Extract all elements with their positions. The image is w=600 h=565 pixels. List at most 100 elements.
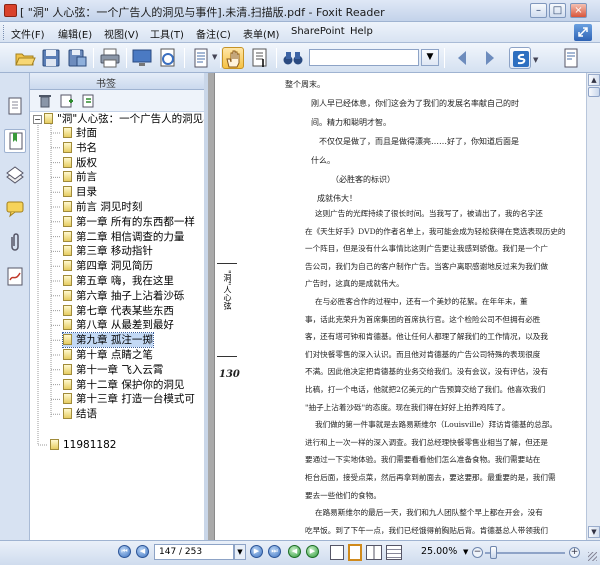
zoom-dropdown-icon[interactable]: ▼ <box>463 548 468 556</box>
bookmark-item[interactable]: 第二章 相信调查的力量 <box>63 230 184 244</box>
bookmark-item[interactable]: 结语 <box>63 407 97 421</box>
monitor-icon[interactable] <box>131 47 153 69</box>
continuous-facing-view-icon[interactable] <box>386 545 402 560</box>
bookmark-item-last[interactable]: 11981182 <box>50 438 116 452</box>
go-forward-icon[interactable]: ▶ <box>306 545 319 558</box>
bookmark-label: 结语 <box>76 408 97 421</box>
sharepoint-dropdown-icon[interactable]: ▼ <box>533 56 538 64</box>
bookmark-label: 第四章 洞见简历 <box>76 260 153 273</box>
scroll-thumb[interactable] <box>588 87 600 97</box>
save-icon[interactable] <box>40 47 62 69</box>
bookmark-tree: − "洞"人心弦：一个广告人的洞见与 封面书名 版权 前言 目录 前言 洞见时刻 第一章 所有… <box>30 112 204 540</box>
document-text-line: 什么。 <box>311 156 335 165</box>
bookmark-item[interactable]: 第十三章 打造一台模式可 <box>63 392 195 406</box>
next-result-icon[interactable] <box>478 47 500 69</box>
hand-tool-icon[interactable] <box>222 47 244 69</box>
menu-forms[interactable]: 表单(M) <box>243 26 279 41</box>
facing-view-icon[interactable] <box>366 545 382 560</box>
zoom-out-icon[interactable]: − <box>472 547 483 558</box>
bookmark-icon <box>63 215 72 227</box>
scroll-down-icon[interactable]: ▼ <box>588 526 600 538</box>
expand-bookmark-icon[interactable] <box>82 93 96 108</box>
bookmark-item[interactable]: 封面 <box>63 126 97 140</box>
minimize-button[interactable]: – <box>530 3 547 18</box>
previous-page-icon[interactable]: ◀ <box>136 545 149 558</box>
bookmark-item[interactable]: 第九章 孤注一掷 <box>62 332 154 349</box>
scroll-up-icon[interactable]: ▲ <box>588 74 600 86</box>
print-icon[interactable] <box>99 47 121 69</box>
menu-grip <box>3 25 6 40</box>
maximize-button[interactable]: □ <box>549 3 566 18</box>
open-folder-icon[interactable] <box>14 47 36 69</box>
bookmark-item[interactable]: 第一章 所有的东西都一样 <box>63 215 195 229</box>
layers-icon[interactable] <box>4 163 26 187</box>
comments-icon[interactable] <box>4 197 26 221</box>
bookmark-label: 第十三章 打造一台模式可 <box>76 393 195 406</box>
zoom-slider-knob[interactable] <box>490 546 497 559</box>
next-page-icon[interactable]: ▶ <box>250 545 263 558</box>
page-number-input[interactable]: 147 / 253 <box>154 544 234 560</box>
zoom-level[interactable]: 25.00% <box>421 546 457 557</box>
menu-view[interactable]: 视图(V) <box>104 26 139 41</box>
bookmark-panel-header: 书签 <box>30 73 204 90</box>
menu-file[interactable]: 文件(F) <box>11 26 45 41</box>
bookmark-item[interactable]: 第三章 移动指针 <box>63 244 153 258</box>
document-text-line: 不仅仅是做了，而且是做得漂亮……好了，你知道后面是 <box>319 137 519 146</box>
bookmark-icon <box>63 230 72 242</box>
bookmark-root[interactable]: − "洞"人心弦：一个广告人的洞见与 <box>33 112 204 126</box>
menu-comments[interactable]: 备注(C) <box>196 26 231 41</box>
vertical-scrollbar[interactable]: ▲ ▼ <box>586 73 600 540</box>
find-binoculars-icon[interactable] <box>282 47 304 69</box>
snapshot-icon[interactable] <box>157 47 179 69</box>
attachment-icon[interactable] <box>4 231 26 255</box>
signature-icon[interactable] <box>4 265 26 289</box>
resize-grip-icon[interactable] <box>588 552 597 561</box>
select-text-icon[interactable] <box>249 47 271 69</box>
delete-bookmark-icon[interactable] <box>38 93 52 108</box>
last-page-icon[interactable]: ⏭ <box>268 545 281 558</box>
go-back-icon[interactable]: ◀ <box>288 545 301 558</box>
search-input[interactable] <box>309 49 419 66</box>
previous-result-icon[interactable] <box>452 47 474 69</box>
page-layout-icon[interactable] <box>190 47 212 69</box>
menu-sharepoint[interactable]: SharePoint <box>291 26 345 37</box>
bookmark-label: 封面 <box>76 127 97 139</box>
bookmark-item[interactable]: 前言 <box>63 170 97 184</box>
bookmark-item[interactable]: 第七章 代表某些东西 <box>63 304 174 318</box>
continuous-view-icon[interactable] <box>348 544 362 561</box>
pages-icon[interactable] <box>4 95 26 119</box>
bookmarks-icon[interactable] <box>4 129 26 153</box>
single-page-view-icon[interactable] <box>330 545 344 560</box>
bookmark-item[interactable]: 第五章 嗨，我在这里 <box>63 274 174 288</box>
zoom-in-icon[interactable]: + <box>569 547 580 558</box>
bookmark-item[interactable]: 第十二章 保护你的洞见 <box>63 378 184 392</box>
save-as-icon[interactable] <box>66 47 88 69</box>
page-number: 130 <box>219 369 240 380</box>
bookmark-item[interactable]: 前言 洞见时刻 <box>63 200 142 214</box>
add-bookmark-icon[interactable] <box>60 93 74 108</box>
menu-tools[interactable]: 工具(T) <box>150 26 184 41</box>
bookmark-item[interactable]: 版权 <box>63 156 97 170</box>
document-text-line: "抽子上沾着沙砾"的态度。现在我们得在好好上拍养鸡阵了。 <box>305 402 510 412</box>
bookmark-toolbar <box>30 90 204 112</box>
search-dropdown-icon[interactable]: ▼ <box>421 49 439 66</box>
menu-help[interactable]: Help <box>350 26 373 37</box>
document-text-line: 客，还有塔可钟和肯德基。他让任何人都理了解我们的工作情况，以及我 <box>305 332 548 342</box>
bookmark-item[interactable]: 第十章 点睛之笔 <box>63 348 153 362</box>
first-page-icon[interactable]: ⏮ <box>118 545 131 558</box>
page-dropdown-icon[interactable]: ▼ <box>234 544 246 560</box>
bookmark-item[interactable]: 目录 <box>63 185 97 199</box>
bookmark-item[interactable]: 第六章 抽子上沾着沙砾 <box>63 289 184 303</box>
menu-edit[interactable]: 编辑(E) <box>58 26 92 41</box>
bookmark-item[interactable]: 第八章 从最差到最好 <box>63 318 174 332</box>
close-button[interactable]: × <box>570 3 587 18</box>
page-settings-icon[interactable] <box>560 47 582 69</box>
fullscreen-icon[interactable] <box>574 24 592 41</box>
bookmark-item[interactable]: 第十一章 飞入云霄 <box>63 363 163 377</box>
collapse-icon[interactable]: − <box>33 115 42 124</box>
zoom-slider-track[interactable] <box>485 552 565 554</box>
sharepoint-icon[interactable] <box>509 47 531 69</box>
bookmark-item[interactable]: 第四章 洞见简历 <box>63 259 153 273</box>
dropdown-arrow-icon[interactable]: ▼ <box>212 53 217 61</box>
bookmark-item[interactable]: 书名 <box>63 141 97 155</box>
